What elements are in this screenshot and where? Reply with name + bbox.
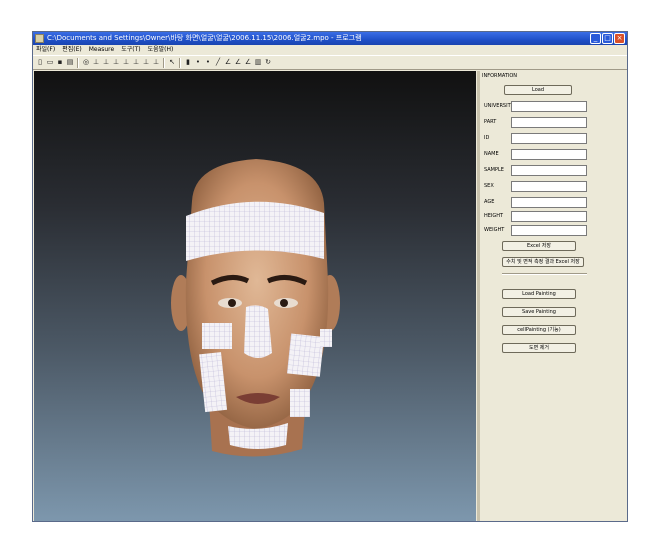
close-button[interactable]: × (614, 33, 625, 44)
weight-field[interactable] (511, 225, 587, 236)
point-icon[interactable]: • (204, 58, 212, 67)
zoom-icon[interactable]: ◎ (82, 58, 90, 67)
toolbar-separator (77, 57, 79, 68)
pointer-icon[interactable]: ↖ (168, 58, 176, 67)
app-icon (35, 34, 44, 43)
new-icon[interactable]: ▯ (36, 58, 44, 67)
menu-bar: 파일(F) 편집(E) Measure 도구(T) 도움말(H) (33, 45, 627, 55)
line-icon[interactable]: ╱ (214, 58, 222, 67)
point-icon[interactable]: • (194, 58, 202, 67)
panel-separator (502, 273, 587, 275)
rotate-icon[interactable]: ↻ (264, 58, 272, 67)
maximize-button[interactable]: □ (602, 33, 613, 44)
field-label-height: HEIGHT (484, 213, 504, 219)
excel-save-button[interactable]: Excel 저장 (502, 241, 576, 251)
field-label-sex: SEX (484, 183, 494, 189)
sample-field[interactable] (511, 165, 587, 176)
id-field[interactable] (511, 133, 587, 144)
measure-icon[interactable]: ⊥ (102, 58, 110, 67)
save-icon[interactable]: ▪ (56, 58, 64, 67)
field-label-name: NAME (484, 151, 499, 157)
menu-edit[interactable]: 편집(E) (62, 45, 82, 55)
load-painting-button[interactable]: Load Painting (502, 289, 576, 299)
menu-file[interactable]: 파일(F) (36, 45, 55, 55)
field-label-id: ID (484, 135, 490, 141)
age-field[interactable] (511, 197, 587, 208)
field-label-sample: SAMPLE (484, 167, 504, 173)
field-label-weight: WEIGHT (484, 227, 505, 233)
angle-icon[interactable]: ∠ (224, 58, 232, 67)
field-label-age: AGE (484, 199, 495, 205)
measure-icon[interactable]: ⊥ (92, 58, 100, 67)
info-panel: INFORMATION Load UNIVERSITY PART ID NAME… (480, 71, 627, 521)
measure-icon[interactable]: ⊥ (112, 58, 120, 67)
title-bar: C:\Documents and Settings\Owner\바탕 화면\얼굴… (33, 32, 627, 45)
3d-viewport[interactable] (34, 71, 476, 521)
excel-save-all-button[interactable]: 수치 및 면적 측정 결과 Excel 저장 (502, 257, 584, 267)
height-field[interactable] (511, 211, 587, 222)
app-window: C:\Documents and Settings\Owner\바탕 화면\얼굴… (32, 31, 628, 522)
panel-title: INFORMATION (482, 73, 518, 79)
measure-icon[interactable]: ⊥ (132, 58, 140, 67)
field-label-university: UNIVERSITY (484, 103, 514, 109)
sex-field[interactable] (511, 181, 587, 192)
field-label-part: PART (484, 119, 497, 125)
university-field[interactable] (511, 101, 587, 112)
measure-icon[interactable]: ⊥ (122, 58, 130, 67)
minimize-button[interactable]: _ (590, 33, 601, 44)
print-icon[interactable]: ▤ (66, 58, 74, 67)
load-button[interactable]: Load (504, 85, 572, 95)
angle-icon[interactable]: ∠ (244, 58, 252, 67)
measure-icon[interactable]: ⊥ (152, 58, 160, 67)
measure-icon[interactable]: ⊥ (142, 58, 150, 67)
window-title: C:\Documents and Settings\Owner\바탕 화면\얼굴… (47, 34, 362, 42)
open-icon[interactable]: ▭ (46, 58, 54, 67)
face-scan-render (171, 159, 340, 457)
toolbar-separator (163, 57, 165, 68)
toolbar-separator (179, 57, 181, 68)
save-painting-button[interactable]: Save Painting (502, 307, 576, 317)
name-field[interactable] (511, 149, 587, 160)
menu-tools[interactable]: 도구(T) (121, 45, 140, 55)
marker-icon[interactable]: ▮ (184, 58, 192, 67)
chart-icon[interactable]: ▥ (254, 58, 262, 67)
toolbar: ▯ ▭ ▪ ▤ ◎ ⊥ ⊥ ⊥ ⊥ ⊥ ⊥ ⊥ ↖ ▮ • • ╱ ∠ ∠ ∠ ▥ ↻ (33, 55, 627, 70)
cell-painting-button[interactable]: cellPainting (기능) (502, 325, 576, 335)
menu-help[interactable]: 도움말(H) (148, 45, 174, 55)
angle-icon[interactable]: ∠ (234, 58, 242, 67)
part-field[interactable] (511, 117, 587, 128)
delete-drawing-button[interactable]: 도면 제거 (502, 343, 576, 353)
menu-measure[interactable]: Measure (89, 45, 115, 55)
